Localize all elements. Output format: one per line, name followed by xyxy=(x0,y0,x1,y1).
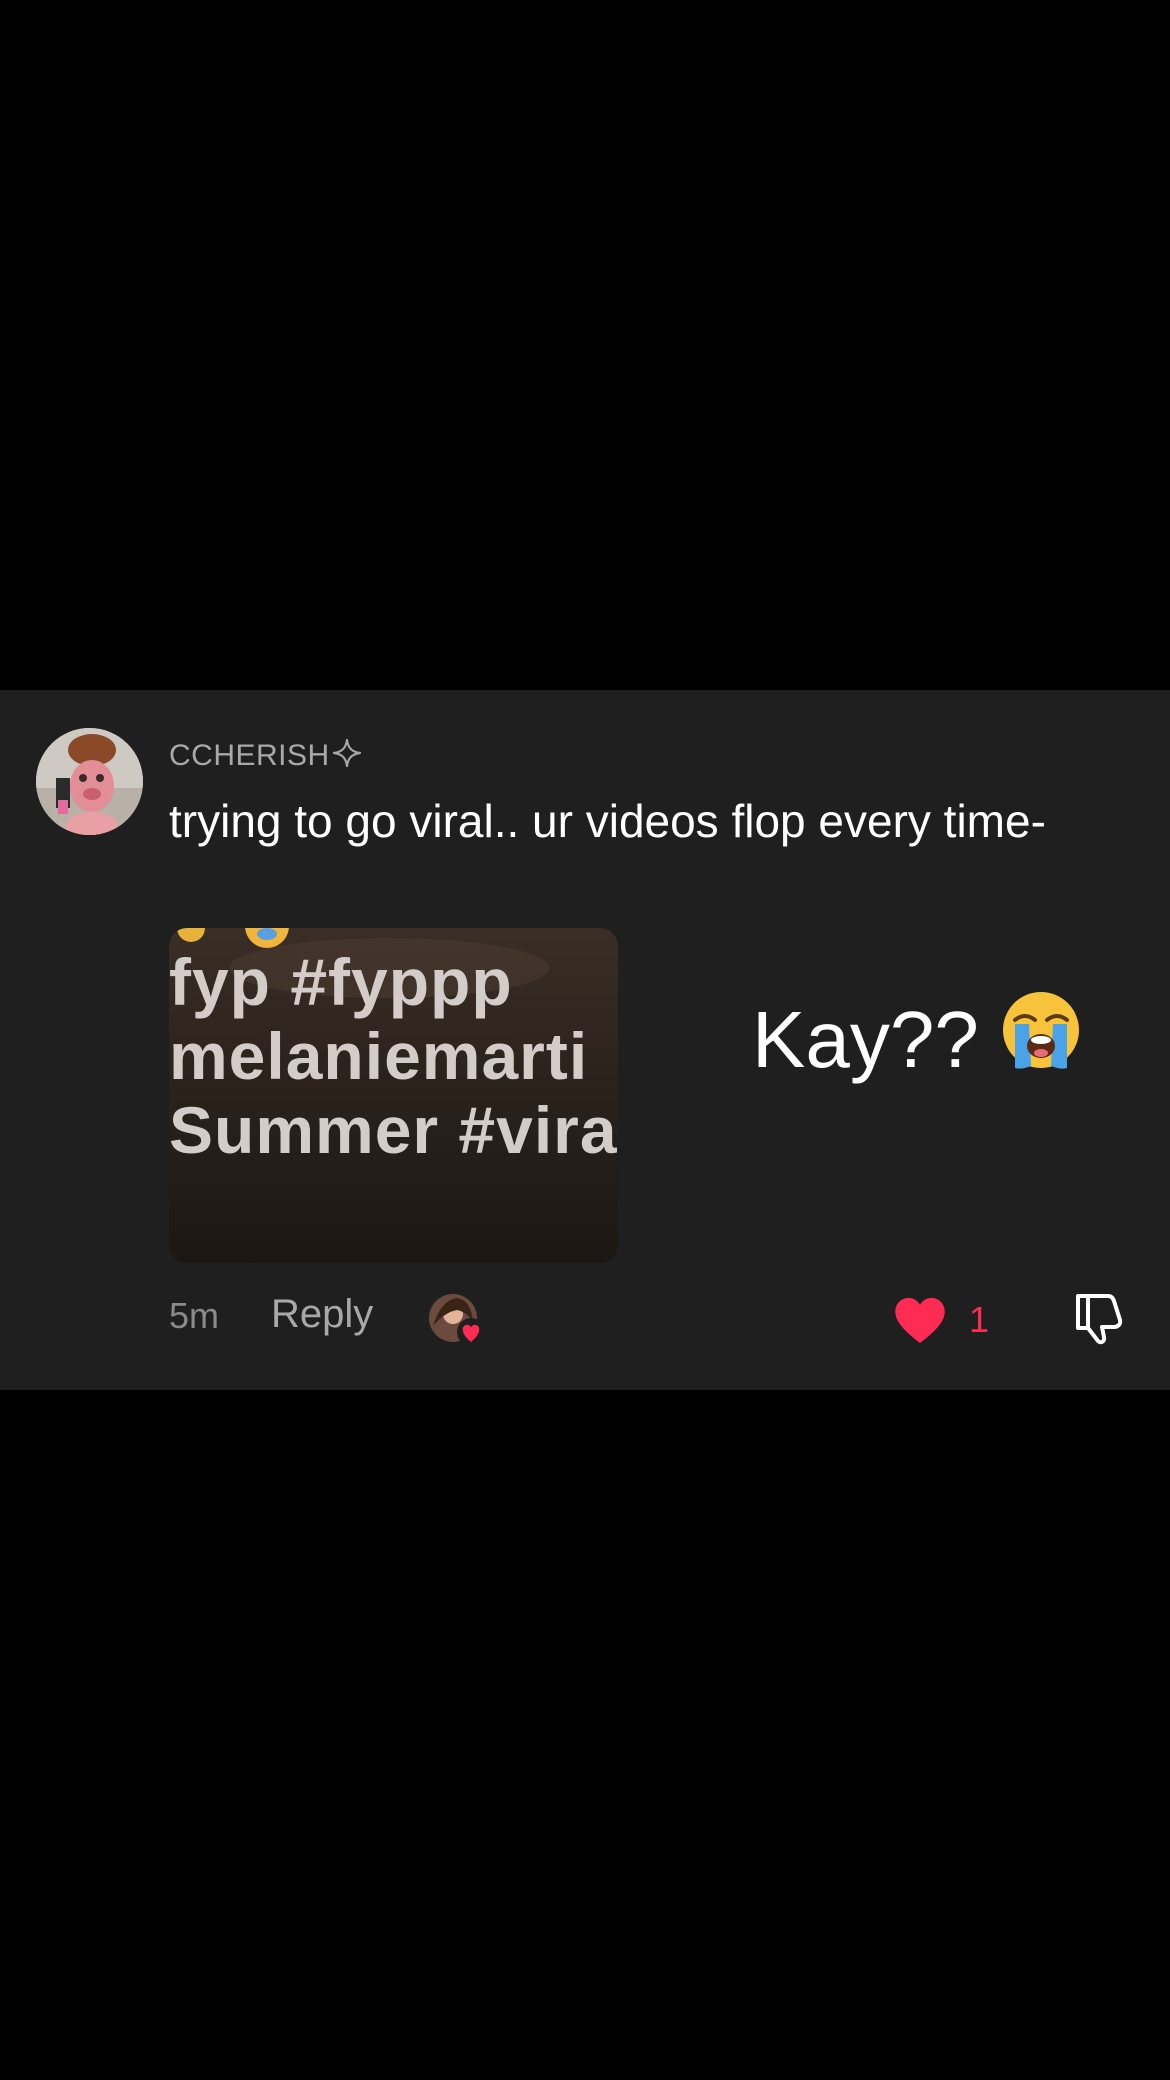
like-count: 1 xyxy=(969,1299,990,1340)
comment-card: CCHERISH trying to go viral.. ur videos … xyxy=(0,690,1170,1390)
comment-username[interactable]: CCHERISH xyxy=(169,738,362,776)
thumbnail-text-line: melaniemarti xyxy=(169,1019,589,1093)
reply-button[interactable]: Reply xyxy=(271,1292,373,1337)
commenter-avatar[interactable] xyxy=(36,728,143,835)
thumbnail-text-line: Summer #vira xyxy=(169,1093,618,1167)
creator-liked-avatar-icon xyxy=(427,1292,487,1348)
reaction-text: Kay?? xyxy=(752,994,979,1084)
heart-icon xyxy=(893,1295,947,1345)
reaction-text-sticker: Kay?? xyxy=(752,990,1081,1089)
screen: CCHERISH trying to go viral.. ur videos … xyxy=(0,0,1170,2080)
username-text: CCHERISH xyxy=(169,739,330,772)
video-thumbnail-sticker[interactable]: fyp #fyppp melaniemarti Summer #vira xyxy=(169,928,618,1263)
comment-body: trying to go viral.. ur videos flop ever… xyxy=(169,795,1046,847)
loudly-crying-emoji-icon xyxy=(1001,990,1081,1089)
thumbnail-text-line: fyp #fyppp xyxy=(169,945,513,1019)
like-button[interactable]: 1 xyxy=(893,1290,989,1350)
thumbs-down-icon[interactable] xyxy=(1070,1290,1126,1346)
sparkle-icon xyxy=(332,738,362,776)
comment-timestamp: 5m xyxy=(169,1295,220,1336)
avatar-image xyxy=(36,728,143,835)
